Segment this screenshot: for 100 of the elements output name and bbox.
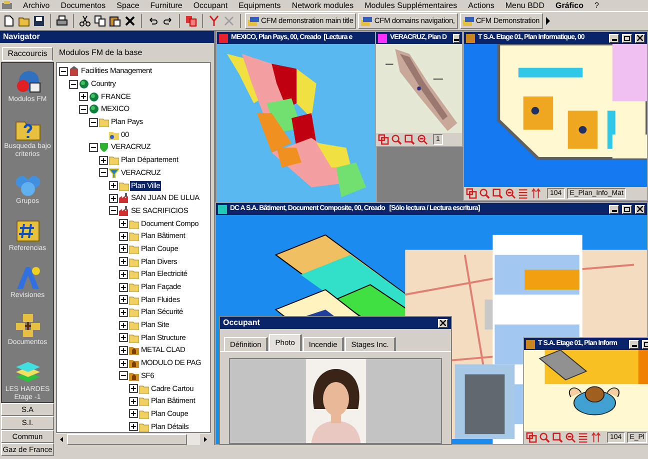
expand-icon[interactable] bbox=[99, 156, 108, 165]
new-file-icon[interactable] bbox=[3, 15, 15, 27]
maximize-button[interactable] bbox=[622, 204, 632, 214]
collapse-icon[interactable] bbox=[89, 118, 98, 127]
menu-item[interactable]: Documentos bbox=[60, 0, 106, 10]
collapse-icon[interactable] bbox=[69, 80, 78, 89]
layers-icon[interactable] bbox=[466, 188, 477, 199]
layers-icon[interactable] bbox=[185, 15, 197, 27]
expand-icon[interactable] bbox=[119, 244, 128, 254]
menu-item[interactable]: Archivo bbox=[23, 0, 50, 10]
layers-icon[interactable] bbox=[378, 134, 389, 145]
scroll-left-button[interactable] bbox=[56, 434, 67, 444]
more-arrow-icon[interactable] bbox=[544, 17, 551, 25]
globe-icon bbox=[79, 79, 89, 90]
minimize-button[interactable] bbox=[609, 34, 619, 42]
collapse-icon[interactable] bbox=[119, 371, 128, 380]
undo-icon[interactable] bbox=[147, 15, 159, 27]
expand-icon[interactable] bbox=[119, 270, 128, 279]
collapse-icon[interactable] bbox=[89, 142, 98, 152]
expand-icon[interactable] bbox=[109, 194, 118, 203]
arrows-icon[interactable] bbox=[531, 188, 542, 199]
scroll-right-button[interactable] bbox=[200, 434, 211, 444]
document-stack-icon[interactable] bbox=[361, 16, 372, 26]
expand-icon[interactable] bbox=[119, 308, 128, 317]
globe-icon bbox=[89, 92, 99, 102]
folder-icon bbox=[129, 345, 139, 356]
minimize-button[interactable] bbox=[609, 204, 619, 214]
document-stack-icon[interactable] bbox=[248, 16, 259, 26]
delete-icon[interactable] bbox=[124, 15, 136, 27]
zoom-area-icon[interactable] bbox=[417, 134, 428, 145]
close-button[interactable] bbox=[635, 34, 645, 42]
folder-icon bbox=[129, 269, 139, 280]
expand-icon[interactable] bbox=[119, 257, 128, 266]
globe-icon bbox=[89, 104, 99, 114]
horizontal-scrollbar[interactable] bbox=[56, 433, 211, 445]
menu-item[interactable]: Gráfico bbox=[555, 0, 584, 10]
open-folder-icon[interactable] bbox=[18, 15, 30, 27]
expand-icon[interactable] bbox=[119, 333, 128, 342]
copy-icon[interactable] bbox=[94, 15, 106, 27]
collapse-icon[interactable] bbox=[99, 168, 108, 178]
document-stack-icon[interactable] bbox=[462, 16, 474, 26]
menu-item[interactable]: Menu BDD bbox=[505, 0, 544, 10]
redo-icon[interactable] bbox=[162, 15, 174, 27]
shortcuts-tab[interactable]: Raccourcis bbox=[2, 47, 53, 61]
menu-item[interactable]: ? bbox=[594, 0, 599, 10]
minimize-icon[interactable] bbox=[612, 38, 616, 40]
minimize-icon[interactable] bbox=[454, 38, 459, 40]
menu-item[interactable]: Space bbox=[116, 0, 140, 10]
zoom-out-icon[interactable] bbox=[404, 134, 415, 145]
menu-item[interactable]: Actions bbox=[468, 0, 494, 10]
expand-icon[interactable] bbox=[119, 282, 128, 292]
folder-icon bbox=[129, 332, 139, 343]
scrollbar-thumb[interactable] bbox=[67, 434, 187, 444]
close-icon[interactable] bbox=[637, 206, 643, 212]
save-icon[interactable] bbox=[33, 15, 45, 27]
maximize-icon[interactable] bbox=[624, 206, 630, 212]
zoom-in-icon[interactable] bbox=[391, 134, 402, 145]
expand-icon[interactable] bbox=[119, 358, 128, 368]
expand-icon[interactable] bbox=[119, 295, 128, 304]
folder-icon bbox=[99, 117, 109, 128]
maximize-icon[interactable] bbox=[624, 36, 630, 40]
app-icon[interactable] bbox=[2, 1, 12, 10]
expand-icon[interactable] bbox=[129, 384, 138, 394]
expand-icon[interactable] bbox=[109, 181, 118, 190]
expand-icon[interactable] bbox=[129, 396, 138, 406]
hash-icon[interactable] bbox=[14, 218, 42, 244]
maximize-button[interactable] bbox=[622, 34, 632, 42]
menu-item[interactable]: Network modules bbox=[292, 0, 354, 10]
menu-item[interactable]: Furniture bbox=[150, 0, 182, 10]
expand-icon[interactable] bbox=[119, 320, 128, 330]
zoom-in-icon[interactable] bbox=[479, 188, 490, 199]
zoom-out-icon[interactable] bbox=[492, 188, 503, 199]
expand-icon[interactable] bbox=[119, 232, 128, 241]
collapse-icon[interactable] bbox=[59, 66, 68, 76]
expand-icon[interactable] bbox=[129, 409, 138, 418]
list-icon[interactable] bbox=[518, 188, 529, 199]
folder-tree-icon[interactable] bbox=[14, 312, 42, 338]
fork-icon[interactable] bbox=[208, 15, 220, 27]
expand-icon[interactable] bbox=[79, 92, 88, 102]
menu-item[interactable]: Modules Supplémentaires bbox=[364, 0, 458, 10]
zoom-area-icon[interactable] bbox=[505, 188, 516, 199]
menu-item[interactable]: Equipments bbox=[238, 0, 281, 10]
expand-icon[interactable] bbox=[129, 422, 138, 432]
folder-icon bbox=[129, 370, 139, 381]
collapse-icon[interactable] bbox=[79, 104, 88, 114]
document-icon bbox=[109, 130, 119, 140]
close-icon[interactable] bbox=[637, 35, 643, 41]
print-icon[interactable] bbox=[56, 15, 68, 27]
minimize-icon[interactable] bbox=[612, 210, 616, 212]
expand-icon[interactable] bbox=[119, 346, 128, 355]
menu-item[interactable]: Occupant bbox=[193, 0, 228, 10]
collapse-icon[interactable] bbox=[109, 206, 118, 216]
folder-icon bbox=[129, 231, 139, 242]
layers-icon[interactable] bbox=[14, 359, 42, 385]
cut-icon[interactable] bbox=[79, 15, 91, 27]
expand-icon[interactable] bbox=[119, 219, 128, 228]
paste-icon[interactable] bbox=[109, 15, 121, 27]
close-button[interactable] bbox=[635, 204, 645, 214]
minimize-button[interactable] bbox=[452, 34, 460, 42]
factory-icon bbox=[119, 206, 129, 216]
